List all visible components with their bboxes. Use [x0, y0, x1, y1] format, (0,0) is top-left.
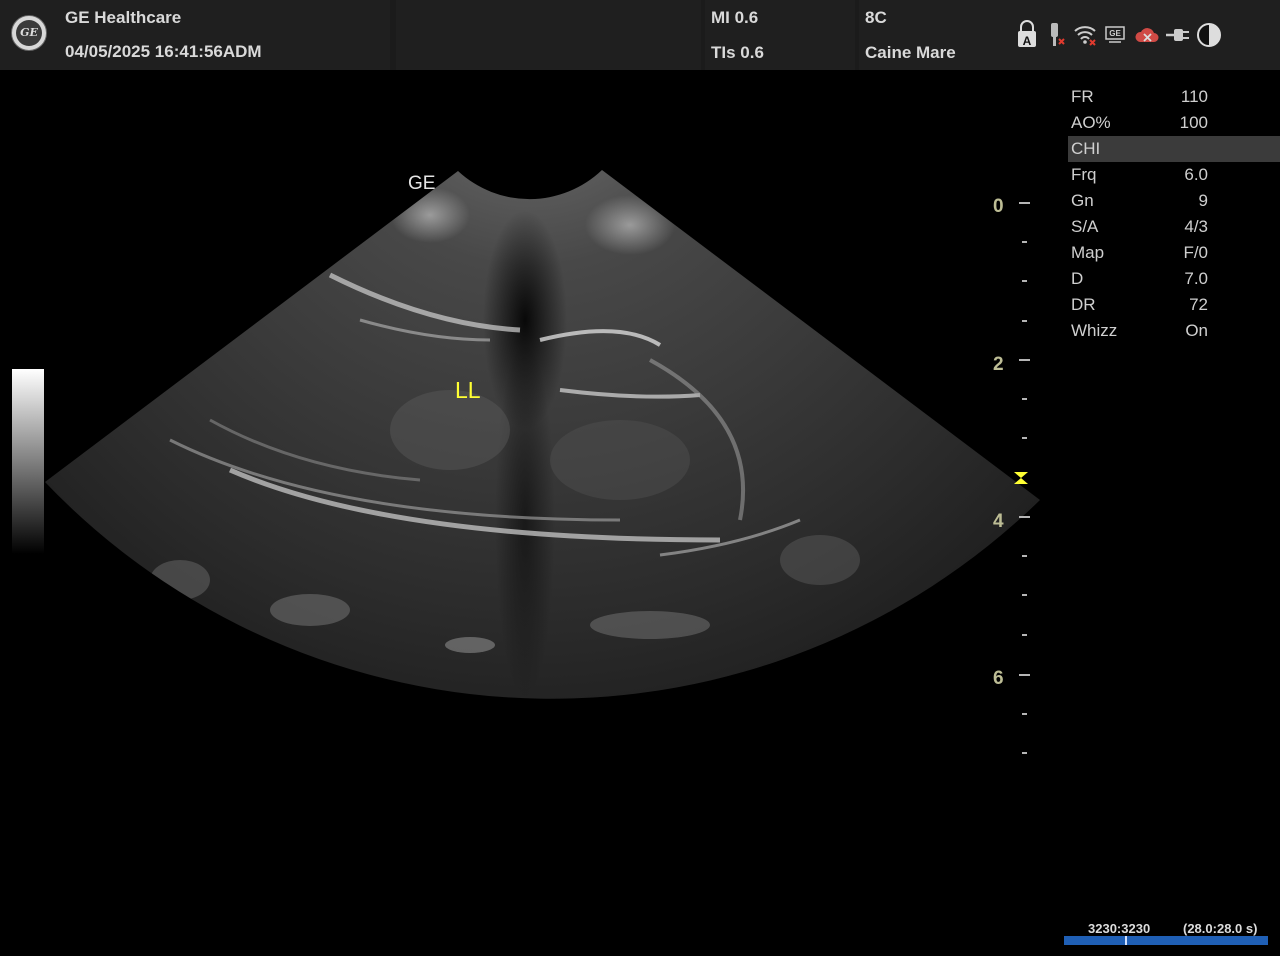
depth-label: 0	[993, 196, 1004, 217]
grayscale-bar	[12, 369, 44, 554]
probe-name: 8C	[865, 8, 887, 27]
param-label: Map	[1071, 243, 1105, 262]
focus-marker-icon[interactable]	[1012, 470, 1030, 486]
param-row-gn: Gn 9	[1068, 188, 1280, 214]
param-row-dr: DR 72	[1068, 292, 1280, 318]
param-label: FR	[1071, 87, 1094, 106]
depth-tick-minor	[1022, 752, 1027, 754]
param-value: 7.0	[1184, 269, 1208, 288]
param-label: D	[1071, 269, 1084, 288]
param-row-whizz: Whizz On	[1068, 318, 1280, 344]
param-label: Whizz	[1071, 321, 1118, 340]
depth-tick-minor	[1022, 594, 1027, 596]
param-label: AO%	[1071, 113, 1111, 132]
cine-position-handle[interactable]	[1125, 936, 1128, 945]
svg-text:A: A	[1023, 34, 1032, 48]
depth-tick-minor	[1022, 555, 1027, 557]
brand-name: GE Healthcare	[65, 8, 182, 27]
header-bar: GE GE Healthcare 04/05/2025 16:41:56ADM …	[0, 0, 1280, 70]
depth-tick-major	[1019, 674, 1030, 676]
param-value: 9	[1198, 191, 1208, 210]
param-row-chi: CHI	[1068, 136, 1280, 162]
param-value: 72	[1189, 295, 1208, 314]
param-value: 4/3	[1184, 217, 1208, 236]
param-value: F/0	[1183, 243, 1208, 262]
ge-logo-icon: GE	[11, 15, 47, 51]
param-row-sa: S/A 4/3	[1068, 214, 1280, 240]
cine-frame-counter: 3230:3230	[1088, 921, 1151, 936]
info-panel-blank	[396, 0, 701, 70]
cloud-disconnected-icon[interactable]	[1134, 20, 1162, 50]
depth-tick-minor	[1022, 398, 1027, 400]
param-label: DR	[1071, 295, 1096, 314]
param-value: 110	[1180, 87, 1208, 106]
param-row-d: D 7.0	[1068, 266, 1280, 292]
index-panel: MI 0.6 TIs 0.6	[705, 0, 855, 70]
contrast-icon[interactable]	[1196, 20, 1224, 50]
param-value: On	[1185, 321, 1208, 340]
depth-tick-minor	[1022, 320, 1027, 322]
param-label: Frq	[1071, 165, 1097, 184]
probe-battery-icon[interactable]	[1046, 20, 1066, 50]
wifi-disconnected-icon[interactable]	[1073, 20, 1099, 50]
imaging-parameters: FR 110 AO% 100 CHI Frq 6.0 Gn 9 S/A 4/3 Map F/…	[1068, 84, 1280, 344]
depth-tick-minor	[1022, 437, 1027, 439]
power-plug-icon[interactable]	[1164, 20, 1194, 50]
orientation-mark: GE	[408, 173, 436, 194]
depth-tick-minor	[1022, 241, 1027, 243]
depth-tick-minor	[1022, 634, 1027, 636]
param-row-frq: Frq 6.0	[1068, 162, 1280, 188]
depth-tick-major	[1019, 202, 1030, 204]
param-row-map: Map F/0	[1068, 240, 1280, 266]
depth-label: 2	[993, 354, 1004, 375]
brand-panel: GE GE Healthcare 04/05/2025 16:41:56ADM	[0, 0, 390, 70]
param-row-ao: AO% 100	[1068, 110, 1280, 136]
mechanical-index: MI 0.6	[711, 8, 759, 27]
param-value: 100	[1179, 113, 1208, 132]
depth-tick-major	[1019, 359, 1030, 361]
exam-datetime: 04/05/2025 16:41:56ADM	[65, 42, 262, 61]
keyboard-lock-icon[interactable]: A	[1016, 20, 1038, 50]
thermal-index: TIs 0.6	[711, 43, 764, 62]
param-label: CHI	[1071, 139, 1101, 158]
param-row-fr: FR 110	[1068, 84, 1280, 110]
sector-scan	[45, 170, 1040, 699]
cine-time-counter: (28.0:28.0 s)	[1183, 921, 1258, 936]
param-label: S/A	[1071, 217, 1099, 236]
cine-scrollbar[interactable]	[1064, 936, 1268, 945]
annotation-label[interactable]: LL	[455, 377, 481, 404]
depth-label: 6	[993, 668, 1004, 689]
depth-tick-minor	[1022, 280, 1027, 282]
depth-tick-minor	[1022, 713, 1027, 715]
param-value: 6.0	[1184, 165, 1208, 184]
depth-tick-major	[1019, 516, 1030, 518]
depth-label: 4	[993, 511, 1004, 532]
network-icon[interactable]: GE	[1104, 20, 1128, 50]
patient-name: Caine Mare	[865, 43, 956, 62]
param-label: Gn	[1071, 191, 1094, 210]
svg-text:GE: GE	[1109, 29, 1121, 38]
